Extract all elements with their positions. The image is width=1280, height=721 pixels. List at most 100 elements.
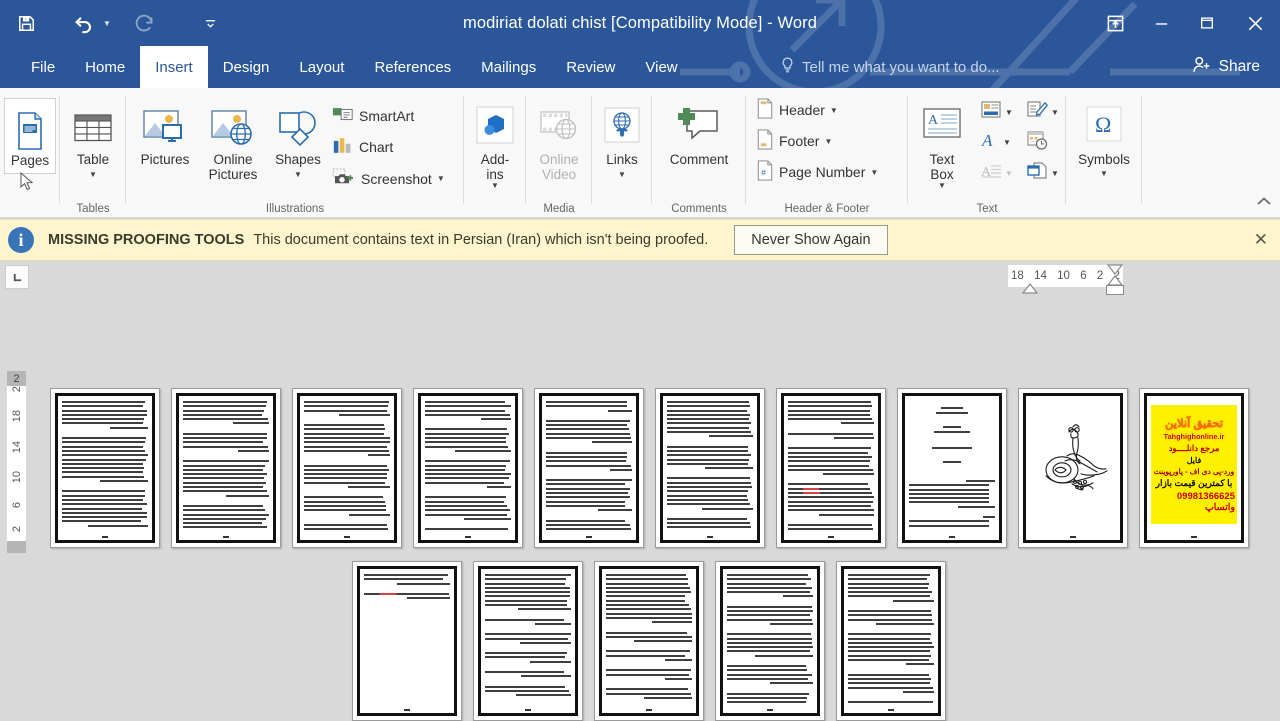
symbols-dropdown-icon[interactable]: ▼ (1100, 169, 1108, 179)
left-indent-box-marker[interactable] (1106, 285, 1124, 295)
smartart-button[interactable]: SmartArt (332, 106, 414, 126)
page-thumbnail-11[interactable] (352, 561, 462, 721)
never-show-again-button[interactable]: Never Show Again (734, 225, 888, 255)
tab-insert[interactable]: Insert (140, 46, 208, 88)
page-thumbnail-7[interactable] (776, 388, 886, 548)
ribbon-group-text: A Text Box ▼ ▼ A ▼ A ▼ ▼ ▼ Text (908, 88, 1066, 218)
footer-button[interactable]: Footer ▼ (756, 129, 832, 153)
header-dropdown-icon[interactable]: ▼ (830, 106, 838, 115)
footer-dropdown-icon[interactable]: ▼ (824, 137, 832, 146)
vruler-tick: 10 (10, 471, 23, 484)
group-label-header-footer: Header & Footer (784, 203, 870, 215)
ribbon-display-options-icon[interactable] (1092, 0, 1138, 46)
quick-parts-dropdown-icon[interactable]: ▼ (1005, 108, 1013, 117)
shapes-button[interactable]: Shapes ▼ (268, 102, 328, 179)
page-thumbnail-9[interactable] (1018, 388, 1128, 548)
links-button[interactable]: Links ▼ (598, 102, 646, 179)
collapse-ribbon-button[interactable] (1256, 195, 1272, 213)
quick-parts-button[interactable]: ▼ (980, 100, 1013, 125)
online-video-label: Online Video (539, 152, 579, 182)
window-controls (1092, 0, 1280, 46)
wordart-dropdown-icon[interactable]: ▼ (1003, 138, 1011, 147)
ribbon-group-addins: Add- ins ▼ (464, 88, 526, 218)
date-time-button[interactable] (1026, 130, 1048, 155)
page-thumbnail-4[interactable] (413, 388, 523, 548)
page-number-label: Page Number (779, 164, 866, 180)
page-number-button[interactable]: # Page Number ▼ (756, 160, 878, 184)
footer-icon (756, 129, 774, 153)
tab-layout[interactable]: Layout (284, 46, 359, 88)
chart-button[interactable]: Chart (332, 137, 393, 157)
vruler-tick-top: 2 (7, 371, 26, 386)
drop-cap-icon: A (980, 161, 1002, 186)
signature-dropdown-icon[interactable]: ▼ (1051, 108, 1059, 117)
table-dropdown-icon[interactable]: ▼ (89, 170, 97, 180)
addins-button[interactable]: Add- ins ▼ (470, 102, 520, 191)
links-label: Links (606, 152, 638, 167)
ribbon-group-comments: Comment Comments (652, 88, 746, 218)
screenshot-dropdown-icon[interactable]: ▼ (437, 174, 445, 183)
page-thumbnail-14[interactable] (715, 561, 825, 721)
table-button[interactable]: Table ▼ (68, 102, 118, 179)
chart-icon (332, 137, 354, 157)
page-thumbnail-6[interactable] (655, 388, 765, 548)
page-thumbnail-3[interactable] (292, 388, 402, 548)
header-button[interactable]: Header ▼ (756, 98, 838, 122)
page-thumbnail-13[interactable] (594, 561, 704, 721)
hruler-tick: 10 (1057, 270, 1070, 282)
vertical-ruler[interactable]: 2 6 10 14 18 22 (7, 371, 26, 541)
close-icon[interactable]: ✕ (1254, 230, 1268, 250)
tell-me-search[interactable]: Tell me what you want to do... (780, 46, 1000, 88)
tab-design[interactable]: Design (208, 46, 285, 88)
object-dropdown-icon[interactable]: ▼ (1051, 169, 1059, 178)
tab-view[interactable]: View (630, 46, 692, 88)
addins-dropdown-icon[interactable]: ▼ (491, 182, 499, 191)
notification-message: This document contains text in Persian (… (253, 232, 709, 248)
chart-label: Chart (359, 139, 394, 155)
shapes-dropdown-icon[interactable]: ▼ (294, 170, 302, 180)
symbols-button[interactable]: Ω Symbols ▼ (1074, 102, 1134, 178)
first-line-indent-marker[interactable] (1020, 283, 1040, 295)
share-button[interactable]: Share (1180, 46, 1272, 88)
pictures-button[interactable]: Pictures (132, 102, 198, 168)
page-number-dropdown-icon[interactable]: ▼ (870, 168, 878, 177)
tab-stop-left-icon[interactable] (5, 265, 29, 289)
page-thumbnail-2[interactable] (171, 388, 281, 548)
text-box-button[interactable]: A Text Box ▼ (914, 102, 970, 191)
group-label-text: Text (976, 203, 998, 215)
comment-icon (674, 102, 724, 150)
pages-button[interactable]: Pages (4, 98, 56, 174)
screenshot-button[interactable]: Screenshot ▼ (332, 168, 445, 189)
tab-mailings[interactable]: Mailings (466, 46, 551, 88)
drop-cap-button[interactable]: A ▼ (980, 161, 1013, 186)
page-thumbnail-15[interactable] (836, 561, 946, 721)
share-label: Share (1218, 58, 1260, 75)
restore-icon[interactable] (1184, 0, 1230, 46)
page-thumbnail-8[interactable] (897, 388, 1007, 548)
comment-button[interactable]: Comment (658, 102, 740, 168)
page-number-icon: # (756, 160, 774, 184)
text-box-dropdown-icon[interactable]: ▼ (938, 182, 946, 191)
page-thumbnail-12[interactable] (473, 561, 583, 721)
online-pictures-button[interactable]: Online Pictures (197, 102, 269, 182)
page-thumbnail-5[interactable] (534, 388, 644, 548)
tab-review[interactable]: Review (551, 46, 630, 88)
online-video-button[interactable]: Online Video (532, 102, 586, 182)
ribbon-group-header-footer: Header ▼ Footer ▼ # Page Number ▼ Header… (746, 88, 908, 218)
group-label-illustrations: Illustrations (265, 203, 325, 215)
svg-text:A: A (981, 165, 992, 180)
tab-references[interactable]: References (359, 46, 466, 88)
ad-line-5: ورد-پی دی اف - پاورپوینت (1153, 467, 1235, 476)
tab-home[interactable]: Home (70, 46, 140, 88)
tab-file[interactable]: File (16, 46, 70, 88)
close-icon[interactable] (1230, 0, 1280, 46)
drop-cap-dropdown-icon[interactable]: ▼ (1005, 169, 1013, 178)
signature-line-button[interactable]: ▼ (1026, 100, 1059, 125)
quick-parts-icon (980, 100, 1002, 125)
object-button[interactable]: ▼ (1026, 161, 1059, 186)
page-thumbnail-10[interactable]: تحقیق آنلاین Tahghighonline.ir مرجع دانل… (1139, 388, 1249, 548)
page-thumbnail-1[interactable] (50, 388, 160, 548)
links-dropdown-icon[interactable]: ▼ (618, 170, 626, 180)
minimize-icon[interactable] (1138, 0, 1184, 46)
wordart-button[interactable]: A ▼ (980, 130, 1011, 155)
